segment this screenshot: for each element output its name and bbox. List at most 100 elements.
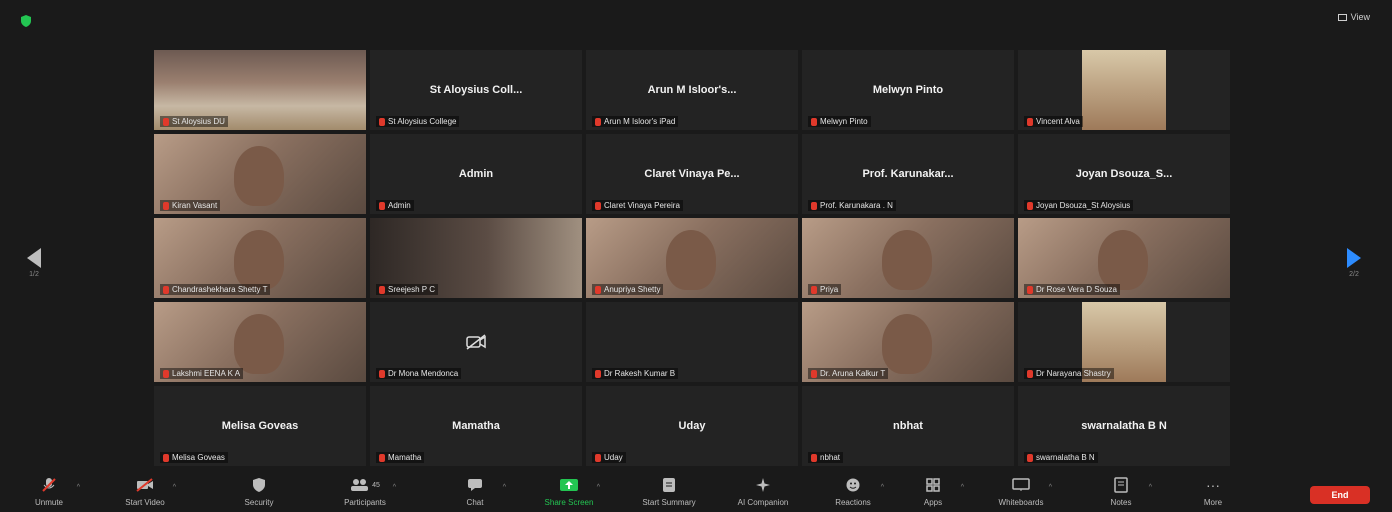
microphone-muted-icon	[1027, 453, 1033, 462]
shield-icon[interactable]	[19, 14, 33, 28]
microphone-muted-icon	[811, 201, 817, 210]
participant-tile[interactable]: Lakshmi EENA K A	[154, 302, 366, 382]
participant-tile[interactable]: Claret Vinaya Pe... Claret Vinaya Pereira	[586, 134, 798, 214]
whiteboard-icon	[1012, 478, 1030, 491]
microphone-muted-icon	[1027, 285, 1033, 294]
microphone-muted-icon	[811, 117, 817, 126]
participant-tile[interactable]: Kiran Vasant	[154, 134, 366, 214]
participant-tile[interactable]: Dr Narayana Shastry	[1018, 302, 1230, 382]
microphone-muted-icon	[595, 453, 601, 462]
previous-page-button[interactable]: 1/2	[22, 248, 46, 278]
participant-name-label: Dr Narayana Shastry	[1024, 368, 1114, 379]
more-dots-icon: ···	[1206, 477, 1220, 493]
apps-label: Apps	[923, 498, 943, 507]
chevron-up-icon[interactable]: ^	[173, 484, 176, 491]
participant-tile[interactable]: Anupriya Shetty	[586, 218, 798, 298]
participant-tile[interactable]: Arun M Isloor's... Arun M Isloor's iPad	[586, 50, 798, 130]
participant-tile[interactable]: Vincent Alva	[1018, 50, 1230, 130]
participant-display-name: Claret Vinaya Pe...	[644, 168, 740, 180]
participant-name-label: St Aloysius College	[376, 116, 460, 127]
participant-tile[interactable]: Sreejesh P C	[370, 218, 582, 298]
participants-button[interactable]: 45 Participants ^	[330, 476, 400, 507]
chat-button[interactable]: Chat ^	[440, 476, 510, 507]
view-button[interactable]: View	[1337, 12, 1370, 22]
participant-tile[interactable]: St Aloysius DU	[154, 50, 366, 130]
next-page-button[interactable]: 2/2	[1342, 248, 1366, 278]
participant-name-label: Arun M Isloor's iPad	[592, 116, 679, 127]
participant-name-label: Lakshmi EENA K A	[160, 368, 244, 379]
participant-tile[interactable]: Dr Rose Vera D Souza	[1018, 218, 1230, 298]
ai-companion-button[interactable]: AI Companion	[728, 476, 798, 507]
microphone-muted-icon	[379, 285, 385, 294]
participant-name: St Aloysius DU	[172, 117, 225, 126]
page-indicator-left: 1/2	[29, 271, 39, 278]
share-screen-icon	[560, 479, 578, 491]
reactions-label: Reactions	[835, 498, 871, 507]
participant-tile[interactable]: Melisa Goveas Melisa Goveas	[154, 386, 366, 466]
participant-name-label: nbhat	[808, 452, 844, 463]
notes-label: Notes	[1110, 498, 1132, 507]
participant-tile[interactable]: Mamatha Mamatha	[370, 386, 582, 466]
microphone-muted-icon	[42, 478, 56, 492]
participant-tile[interactable]: Dr Mona Mendonca	[370, 302, 582, 382]
chevron-up-icon[interactable]: ^	[1149, 484, 1152, 491]
chevron-up-icon[interactable]: ^	[881, 484, 884, 491]
participant-name: Prof. Karunakara . N	[820, 201, 893, 210]
participant-name: Joyan Dsouza_St Aloysius	[1036, 201, 1131, 210]
participant-tile[interactable]: Dr Rakesh Kumar B	[586, 302, 798, 382]
share-screen-label: Share Screen	[544, 498, 594, 507]
end-meeting-button[interactable]: End	[1310, 486, 1370, 504]
chevron-up-icon[interactable]: ^	[597, 484, 600, 491]
unmute-button[interactable]: Unmute ^	[14, 476, 84, 507]
participant-name: nbhat	[820, 453, 841, 462]
participant-display-name: Arun M Isloor's...	[647, 84, 737, 96]
share-screen-button[interactable]: Share Screen ^	[534, 476, 604, 507]
participant-tile[interactable]: Priya	[802, 218, 1014, 298]
start-summary-button[interactable]: Start Summary	[634, 476, 704, 507]
chevron-up-icon[interactable]: ^	[961, 484, 964, 491]
top-bar: View	[0, 0, 1392, 40]
participant-tile[interactable]: Chandrashekhara Shetty T	[154, 218, 366, 298]
participant-tile[interactable]: Melwyn Pinto Melwyn Pinto	[802, 50, 1014, 130]
participant-tile[interactable]: Prof. Karunakar... Prof. Karunakara . N	[802, 134, 1014, 214]
participant-name-label: Melwyn Pinto	[808, 116, 871, 127]
whiteboards-button[interactable]: Whiteboards ^	[986, 476, 1056, 507]
chevron-up-icon[interactable]: ^	[503, 484, 506, 491]
participant-display-name: St Aloysius Coll...	[429, 84, 523, 96]
meeting-toolbar: Unmute ^ Start Video ^ Security 45 Parti…	[0, 472, 1392, 512]
chevron-up-icon[interactable]: ^	[1049, 484, 1052, 491]
more-button[interactable]: ··· More	[1178, 476, 1248, 507]
participant-name-label: Prof. Karunakara . N	[808, 200, 896, 211]
participant-tile[interactable]: Admin Admin	[370, 134, 582, 214]
participant-name: Chandrashekhara Shetty T	[172, 285, 268, 294]
microphone-muted-icon	[163, 117, 169, 126]
participant-name-label: Dr. Aruna Kalkur T	[808, 368, 889, 379]
participant-tile[interactable]: Joyan Dsouza_S... Joyan Dsouza_St Aloysiu…	[1018, 134, 1230, 214]
arrow-left-icon	[27, 248, 41, 268]
participant-tile[interactable]: nbhat nbhat	[802, 386, 1014, 466]
participant-name: Claret Vinaya Pereira	[604, 201, 680, 210]
chevron-up-icon[interactable]: ^	[393, 484, 396, 491]
sparkle-icon	[756, 478, 770, 492]
start-video-label: Start Video	[125, 498, 165, 507]
security-button[interactable]: Security	[224, 476, 294, 507]
reactions-button[interactable]: Reactions ^	[818, 476, 888, 507]
participant-name-label: Admin	[376, 200, 414, 211]
ai-companion-label: AI Companion	[737, 498, 789, 507]
participant-tile[interactable]: Dr. Aruna Kalkur T	[802, 302, 1014, 382]
participant-name: Melwyn Pinto	[820, 117, 868, 126]
apps-button[interactable]: Apps ^	[898, 476, 968, 507]
microphone-muted-icon	[811, 453, 817, 462]
participant-video	[1082, 50, 1166, 130]
microphone-muted-icon	[595, 201, 601, 210]
notes-button[interactable]: Notes ^	[1086, 476, 1156, 507]
participants-label: Participants	[344, 498, 386, 507]
participant-name-label: Uday	[592, 452, 626, 463]
start-video-button[interactable]: Start Video ^	[110, 476, 180, 507]
participant-tile[interactable]: St Aloysius Coll... St Aloysius College	[370, 50, 582, 130]
security-label: Security	[244, 498, 274, 507]
participant-tile[interactable]: swarnalatha B N swarnalatha B N	[1018, 386, 1230, 466]
chevron-up-icon[interactable]: ^	[77, 484, 80, 491]
participant-tile[interactable]: Uday Uday	[586, 386, 798, 466]
page-indicator-right: 2/2	[1349, 271, 1359, 278]
